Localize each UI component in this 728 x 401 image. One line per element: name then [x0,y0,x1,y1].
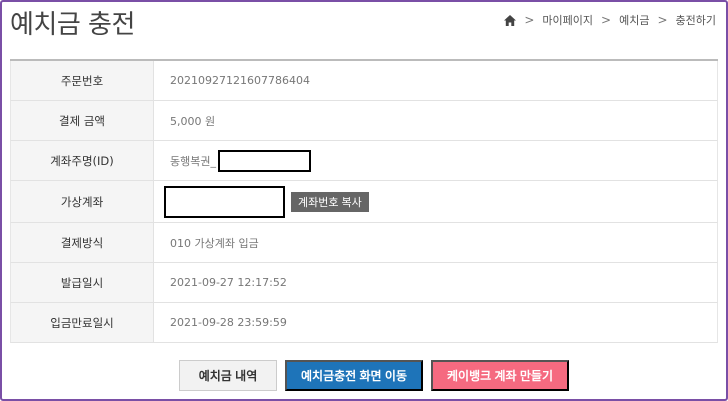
chevron-right-icon: > [657,13,668,27]
deposit-history-button[interactable]: 예치금 내역 [179,360,277,391]
payment-method-value: 010 가상계좌 입금 [170,236,259,250]
home-icon[interactable] [504,14,517,26]
payment-amount-value: 5,000 원 [170,114,216,128]
redacted-box [164,185,285,218]
virtual-account-cell: 계좌번호 복사 [154,181,717,222]
order-number-label: 주문번호 [11,61,154,100]
copy-account-button[interactable]: 계좌번호 복사 [291,191,369,212]
table-row-payment-method: 결제방식 010 가상계좌 입금 [10,223,718,263]
table-row-issue-datetime: 발급일시 2021-09-27 12:17:52 [10,263,718,303]
account-holder-label: 계좌주명(ID) [11,141,154,180]
charge-info-table: 주문번호 20210927121607786404 결제 금액 5,000 원 … [10,59,718,343]
chevron-right-icon: > [524,13,535,27]
breadcrumb-item-deposit[interactable]: 예치금 [619,12,649,28]
go-charge-screen-button[interactable]: 예치금충전 화면 이동 [285,360,423,391]
payment-amount-label: 결제 금액 [11,101,154,140]
virtual-account-label: 가상계좌 [11,181,154,222]
action-buttons: 예치금 내역 예치금충전 화면 이동 케이뱅크 계좌 만들기 [0,360,728,391]
table-row-account-holder: 계좌주명(ID) 동행복권_ [10,141,718,181]
payment-method-label: 결제방식 [11,223,154,262]
kbank-account-button[interactable]: 케이뱅크 계좌 만들기 [431,360,569,391]
table-row-order-number: 주문번호 20210927121607786404 [10,61,718,101]
breadcrumb-item-mypage[interactable]: 마이페이지 [542,12,593,28]
account-holder-value: 동행복권_ [170,154,216,168]
table-row-payment-amount: 결제 금액 5,000 원 [10,101,718,141]
issue-datetime-label: 발급일시 [11,263,154,302]
breadcrumb-item-charge: 충전하기 [675,14,716,27]
table-row-virtual-account: 가상계좌 계좌번호 복사 [10,181,718,223]
issue-datetime-value: 2021-09-27 12:17:52 [170,276,287,289]
account-holder-cell: 동행복권_ [154,141,717,180]
breadcrumb: > 마이페이지 > 예치금 > 충전하기 [504,12,716,28]
expiry-datetime-label: 입금만료일시 [11,303,154,342]
chevron-right-icon: > [601,13,612,27]
order-number-value: 20210927121607786404 [170,74,310,87]
table-row-expiry-datetime: 입금만료일시 2021-09-28 23:59:59 [10,303,718,343]
redacted-box [217,149,311,172]
page-title: 예치금 충전 [10,10,135,40]
expiry-datetime-value: 2021-09-28 23:59:59 [170,316,287,329]
